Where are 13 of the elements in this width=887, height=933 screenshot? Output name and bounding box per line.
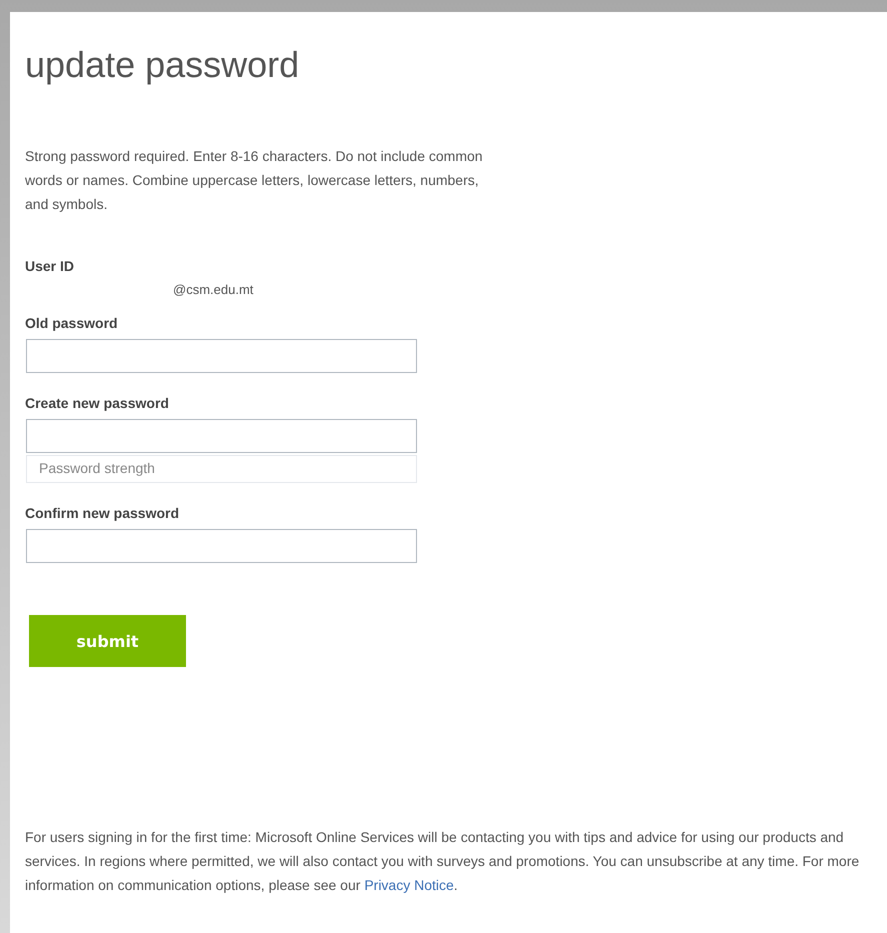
field-label: Old password [25,315,119,331]
field-label: Confirm new password [25,505,180,521]
page-title: update password [25,43,300,87]
password-field[interactable] [26,529,417,563]
password-field[interactable] [26,339,417,373]
user-id-label: User ID [25,258,76,274]
privacy-notice-link[interactable]: Privacy Notice [364,877,454,893]
password-field[interactable] [26,419,417,453]
password-strength-meter: Password strength [26,455,417,483]
footer-notice: For users signing in for the first time: Microsoft Online Services will be contacting you with tips and advice for using our products and services. In regions where permitted, we will also contact you with surveys and promotions. You can unsubscribe at any time. For more information on communication options, please see our Privacy Notice. [25,828,860,895]
user-id-value: @csm.edu.mt [173,282,254,297]
field-label: Create new password [25,395,170,411]
password-requirements: Strong password required. Enter 8-16 characters. Do not include common words or names. Combine uppercase letters, lowercase letters, numbers, and symbols. [25,147,484,214]
